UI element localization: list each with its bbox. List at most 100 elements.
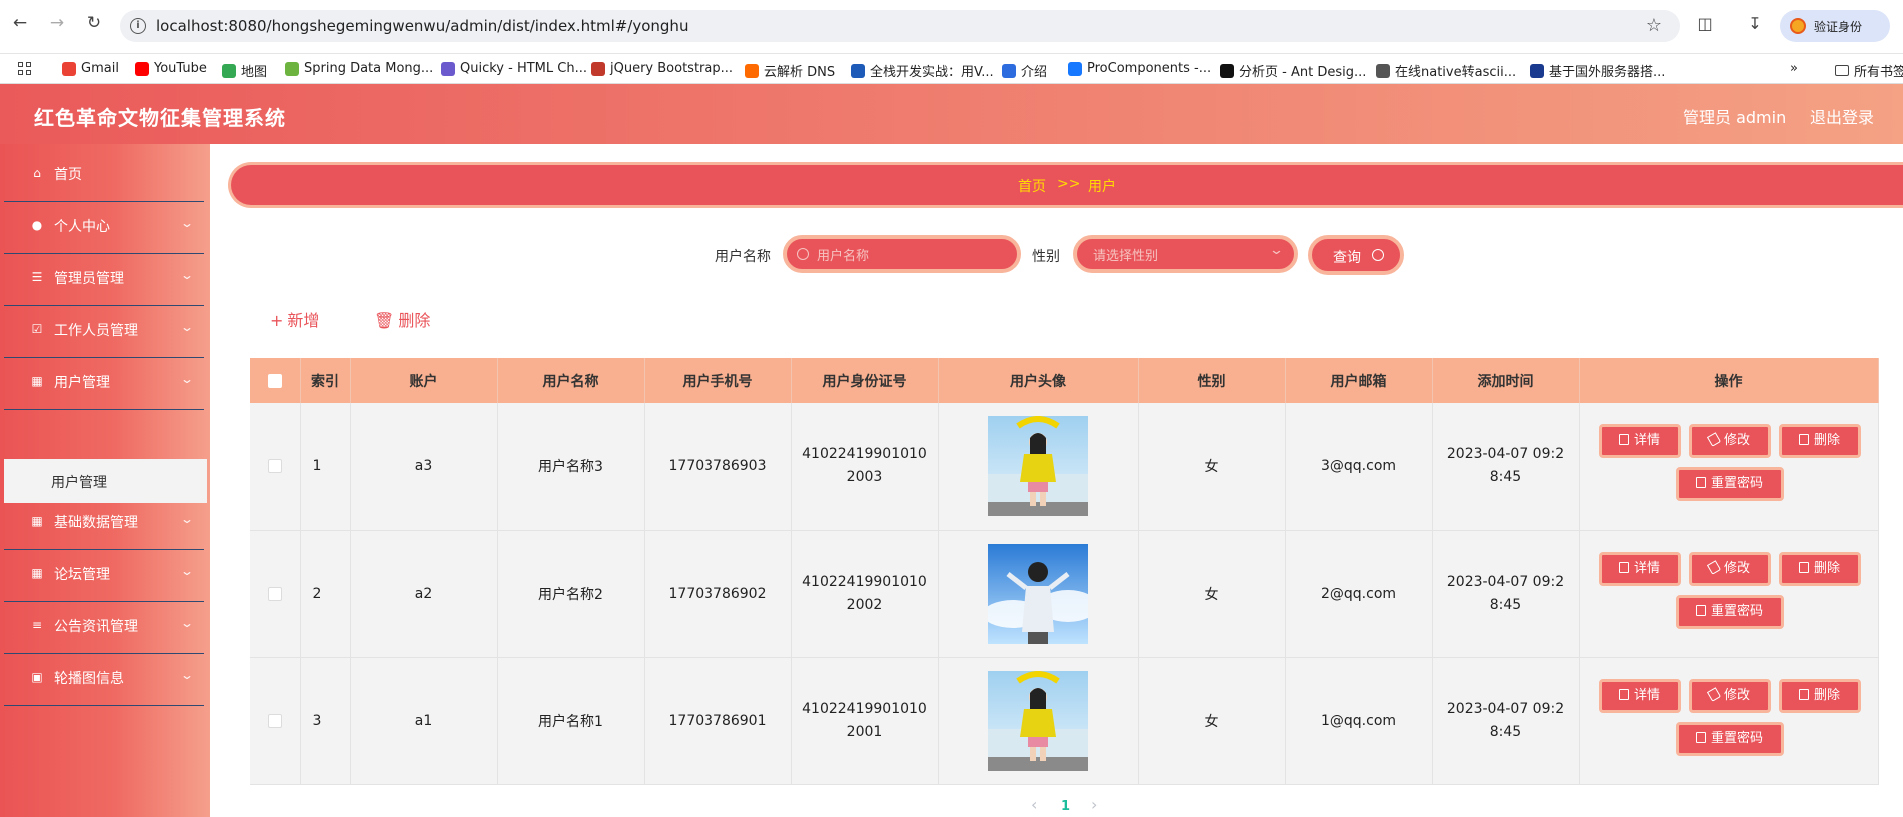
edit-button[interactable]: 修改 bbox=[1688, 551, 1771, 586]
delete-button[interactable]: 删除 bbox=[1778, 551, 1861, 586]
browser-toolbar: ← → ↻ i localhost:8080/hongshegemingwenw… bbox=[0, 0, 1903, 54]
pager-next-button[interactable]: › bbox=[1091, 795, 1097, 814]
pager-page-1[interactable]: 1 bbox=[1061, 799, 1070, 814]
cell-email: 2@qq.com bbox=[1285, 530, 1433, 658]
download-icon[interactable]: ↧ bbox=[1745, 14, 1765, 34]
edit-button[interactable]: 修改 bbox=[1688, 424, 1771, 459]
bookmark-item[interactable]: ProComponents -... bbox=[1068, 61, 1211, 76]
id-card-text: 410224199010102001 bbox=[802, 700, 927, 740]
detail-button-label: 详情 bbox=[1633, 433, 1660, 449]
cell-operations: 详情 修改 删除重置密码 bbox=[1579, 657, 1879, 785]
bookmark-favicon-icon bbox=[1002, 63, 1016, 78]
delete-button[interactable]: 删除 bbox=[1778, 424, 1861, 459]
bookmark-label: Gmail bbox=[81, 61, 119, 76]
user-avatar-image[interactable] bbox=[988, 670, 1088, 771]
trash-icon bbox=[1798, 561, 1809, 573]
sidebar-item[interactable]: ▦ 用户管理 ⌄ bbox=[4, 352, 204, 410]
cell-index: 2 bbox=[300, 530, 351, 658]
reset-password-label: 重置密码 bbox=[1710, 476, 1763, 492]
reset-password-button[interactable]: 重置密码 bbox=[1675, 467, 1784, 502]
sidebar-item[interactable]: ● 个人中心 ⌄ bbox=[4, 196, 204, 254]
logout-link[interactable]: 退出登录 bbox=[1810, 104, 1874, 128]
column-header: 用户手机号 bbox=[644, 358, 792, 403]
cell-created-time: 2023-04-07 09:28:45 bbox=[1432, 657, 1580, 785]
user-icon: ● bbox=[31, 218, 43, 232]
document-icon bbox=[1695, 604, 1706, 616]
detail-button[interactable]: 详情 bbox=[1598, 424, 1681, 459]
back-icon[interactable]: ← bbox=[10, 13, 30, 33]
table-header-row: 索引 账户 用户名称 用户手机号 用户身份证号 用户头像 性别 用户邮箱 添加时… bbox=[250, 358, 1879, 403]
reload-icon[interactable]: ↻ bbox=[84, 13, 104, 33]
user-avatar-image[interactable] bbox=[983, 543, 1098, 644]
cell-username: 用户名称3 bbox=[497, 403, 645, 531]
user-avatar-image[interactable] bbox=[988, 416, 1088, 517]
breadcrumb-current: 用户 bbox=[1088, 179, 1116, 195]
bookmark-item[interactable]: 全栈开发实战：用V... bbox=[851, 61, 994, 80]
batch-delete-button[interactable]: 🗑 删除 bbox=[374, 307, 430, 331]
bookmark-item[interactable]: Spring Data Mong... bbox=[285, 61, 433, 76]
address-bar[interactable]: i localhost:8080/hongshegemingwenwu/admi… bbox=[120, 10, 1680, 42]
extensions-icon[interactable]: ◫ bbox=[1695, 14, 1715, 34]
trash-icon bbox=[1798, 434, 1809, 446]
header-select-all[interactable] bbox=[250, 358, 301, 403]
bookmark-item[interactable]: 分析页 - Ant Desig... bbox=[1220, 61, 1366, 80]
verify-label: 验证身份 bbox=[1814, 20, 1863, 34]
apps-grid-icon[interactable] bbox=[18, 62, 32, 76]
pager-prev-button[interactable]: ‹ bbox=[1031, 795, 1037, 814]
sidebar-item[interactable]: ☰ 管理员管理 ⌄ bbox=[4, 248, 204, 306]
row-checkbox[interactable] bbox=[267, 586, 282, 601]
bookmark-label: 在线native转ascii... bbox=[1395, 65, 1517, 80]
profile-verify-button[interactable]: 验证身份 bbox=[1780, 10, 1890, 42]
row-checkbox[interactable] bbox=[267, 713, 282, 728]
reset-password-label: 重置密码 bbox=[1710, 603, 1763, 619]
bookmark-item[interactable]: Gmail bbox=[62, 61, 119, 76]
reset-password-button[interactable]: 重置密码 bbox=[1675, 721, 1784, 756]
all-bookmarks[interactable]: 所有书签 bbox=[1835, 61, 1903, 80]
bookmark-item[interactable]: YouTube bbox=[135, 61, 207, 76]
username-search-input[interactable]: 用户名称 bbox=[783, 235, 1021, 273]
bookmark-item[interactable]: 基于国外服务器搭... bbox=[1530, 61, 1665, 80]
gender-select[interactable]: 请选择性别 ⌄ bbox=[1073, 235, 1298, 273]
reset-password-button[interactable]: 重置密码 bbox=[1675, 594, 1784, 629]
query-button[interactable]: 查询 bbox=[1308, 235, 1404, 275]
select-all-checkbox[interactable] bbox=[267, 373, 282, 388]
sidebar-item[interactable]: ⌂ 首页 bbox=[4, 144, 204, 202]
bookmark-overflow-icon[interactable]: » bbox=[1790, 61, 1798, 76]
breadcrumb-home[interactable]: 首页 bbox=[1018, 176, 1046, 196]
bookmark-item[interactable]: jQuery Bootstrap... bbox=[591, 61, 733, 76]
app-title: 红色革命文物征集管理系统 bbox=[34, 106, 286, 130]
created-time-text: 2023-04-07 09:28:45 bbox=[1446, 446, 1565, 486]
created-time-text: 2023-04-07 09:28:45 bbox=[1446, 573, 1565, 613]
check-icon: ☑ bbox=[31, 322, 43, 336]
detail-button[interactable]: 详情 bbox=[1598, 551, 1681, 586]
bookmark-item[interactable]: 介绍 bbox=[1002, 61, 1047, 80]
grid-icon: ▦ bbox=[31, 374, 43, 388]
forward-icon[interactable]: → bbox=[47, 13, 67, 33]
detail-button[interactable]: 详情 bbox=[1598, 678, 1681, 713]
row-select-cell[interactable] bbox=[250, 530, 301, 658]
sidebar-item[interactable]: ▣ 轮播图信息 ⌄ bbox=[4, 648, 204, 706]
sidebar-subitem-user-management[interactable]: 用户管理 bbox=[4, 459, 207, 503]
bookmark-item[interactable]: 云解析 DNS bbox=[745, 61, 835, 80]
bookmark-item[interactable]: Quicky - HTML Ch... bbox=[441, 61, 587, 76]
delete-button[interactable]: 删除 bbox=[1778, 678, 1861, 713]
bookmark-favicon-icon bbox=[222, 63, 236, 78]
bookmark-item[interactable]: 地图 bbox=[222, 61, 267, 80]
bookmark-label: Quicky - HTML Ch... bbox=[460, 61, 587, 76]
url-text[interactable]: localhost:8080/hongshegemingwenwu/admin/… bbox=[156, 17, 688, 35]
sidebar-item[interactable]: ▦ 论坛管理 ⌄ bbox=[4, 544, 204, 602]
sidebar-item[interactable]: ≡ 公告资讯管理 ⌄ bbox=[4, 596, 204, 654]
sidebar-item[interactable]: ☑ 工作人员管理 ⌄ bbox=[4, 300, 204, 358]
row-select-cell[interactable] bbox=[250, 657, 301, 785]
bookmark-item[interactable]: 在线native转ascii... bbox=[1376, 61, 1516, 80]
cell-avatar bbox=[938, 657, 1139, 785]
chevron-down-icon: ⌄ bbox=[179, 564, 195, 578]
bookmark-star-icon[interactable]: ☆ bbox=[1646, 15, 1662, 36]
site-info-icon[interactable]: i bbox=[130, 18, 146, 34]
row-select-cell[interactable] bbox=[250, 403, 301, 531]
sidebar: ⌂首页●个人中心⌄☰管理员管理⌄☑工作人员管理⌄▦用户管理⌄▦文物管理⌄▦基础数… bbox=[0, 144, 210, 817]
cell-gender: 女 bbox=[1138, 530, 1286, 658]
row-checkbox[interactable] bbox=[267, 459, 282, 474]
edit-button[interactable]: 修改 bbox=[1688, 678, 1771, 713]
add-button[interactable]: + 新增 bbox=[270, 307, 319, 331]
